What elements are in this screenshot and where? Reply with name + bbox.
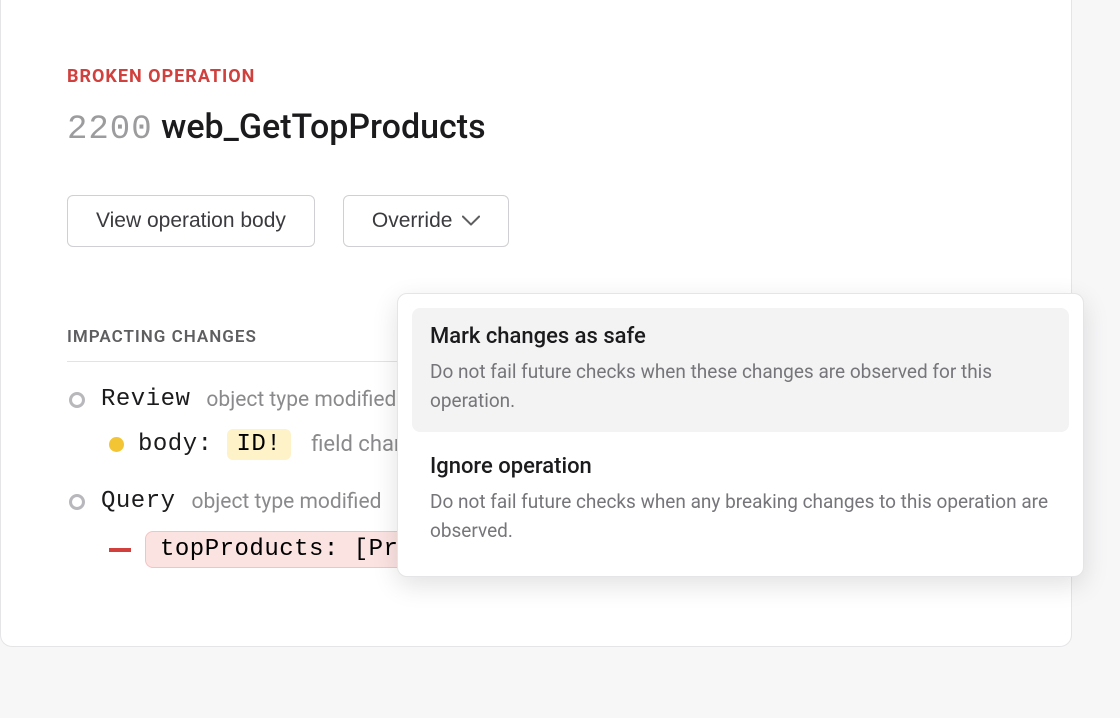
dropdown-item-ignore-operation[interactable]: Ignore operation Do not fail future chec… bbox=[412, 438, 1069, 562]
view-operation-body-button[interactable]: View operation body bbox=[67, 195, 315, 247]
change-type-desc: object type modified bbox=[192, 490, 382, 514]
dropdown-item-desc: Do not fail future checks when any break… bbox=[430, 487, 1051, 546]
dropdown-item-desc: Do not fail future checks when these cha… bbox=[430, 357, 1051, 416]
circle-icon bbox=[69, 392, 85, 408]
operation-name: web_GetTopProducts bbox=[161, 107, 486, 147]
operation-title: 2200 web_GetTopProducts bbox=[67, 107, 1005, 149]
change-type-desc: object type modified bbox=[206, 388, 396, 412]
chevron-down-icon bbox=[462, 215, 480, 227]
dropdown-item-title: Ignore operation bbox=[430, 454, 1051, 479]
minus-icon bbox=[109, 548, 131, 552]
change-type-name: Query bbox=[101, 488, 176, 515]
override-button[interactable]: Override bbox=[343, 195, 510, 247]
operation-card: BROKEN OPERATION 2200 web_GetTopProducts… bbox=[0, 0, 1072, 647]
change-type-name: Review bbox=[101, 386, 190, 413]
dropdown-item-mark-safe[interactable]: Mark changes as safe Do not fail future … bbox=[412, 308, 1069, 432]
dropdown-item-title: Mark changes as safe bbox=[430, 324, 1051, 349]
broken-operation-label: BROKEN OPERATION bbox=[67, 66, 1005, 87]
override-dropdown: Mark changes as safe Do not fail future … bbox=[397, 293, 1084, 577]
field-chip: ID! bbox=[227, 429, 292, 460]
operation-count: 2200 bbox=[67, 111, 153, 149]
field-label: body: bbox=[138, 431, 213, 458]
warning-dot-icon bbox=[109, 437, 124, 452]
circle-icon bbox=[69, 494, 85, 510]
button-label: Override bbox=[372, 209, 453, 233]
button-row: View operation body Override bbox=[67, 195, 1005, 247]
button-label: View operation body bbox=[96, 209, 286, 233]
